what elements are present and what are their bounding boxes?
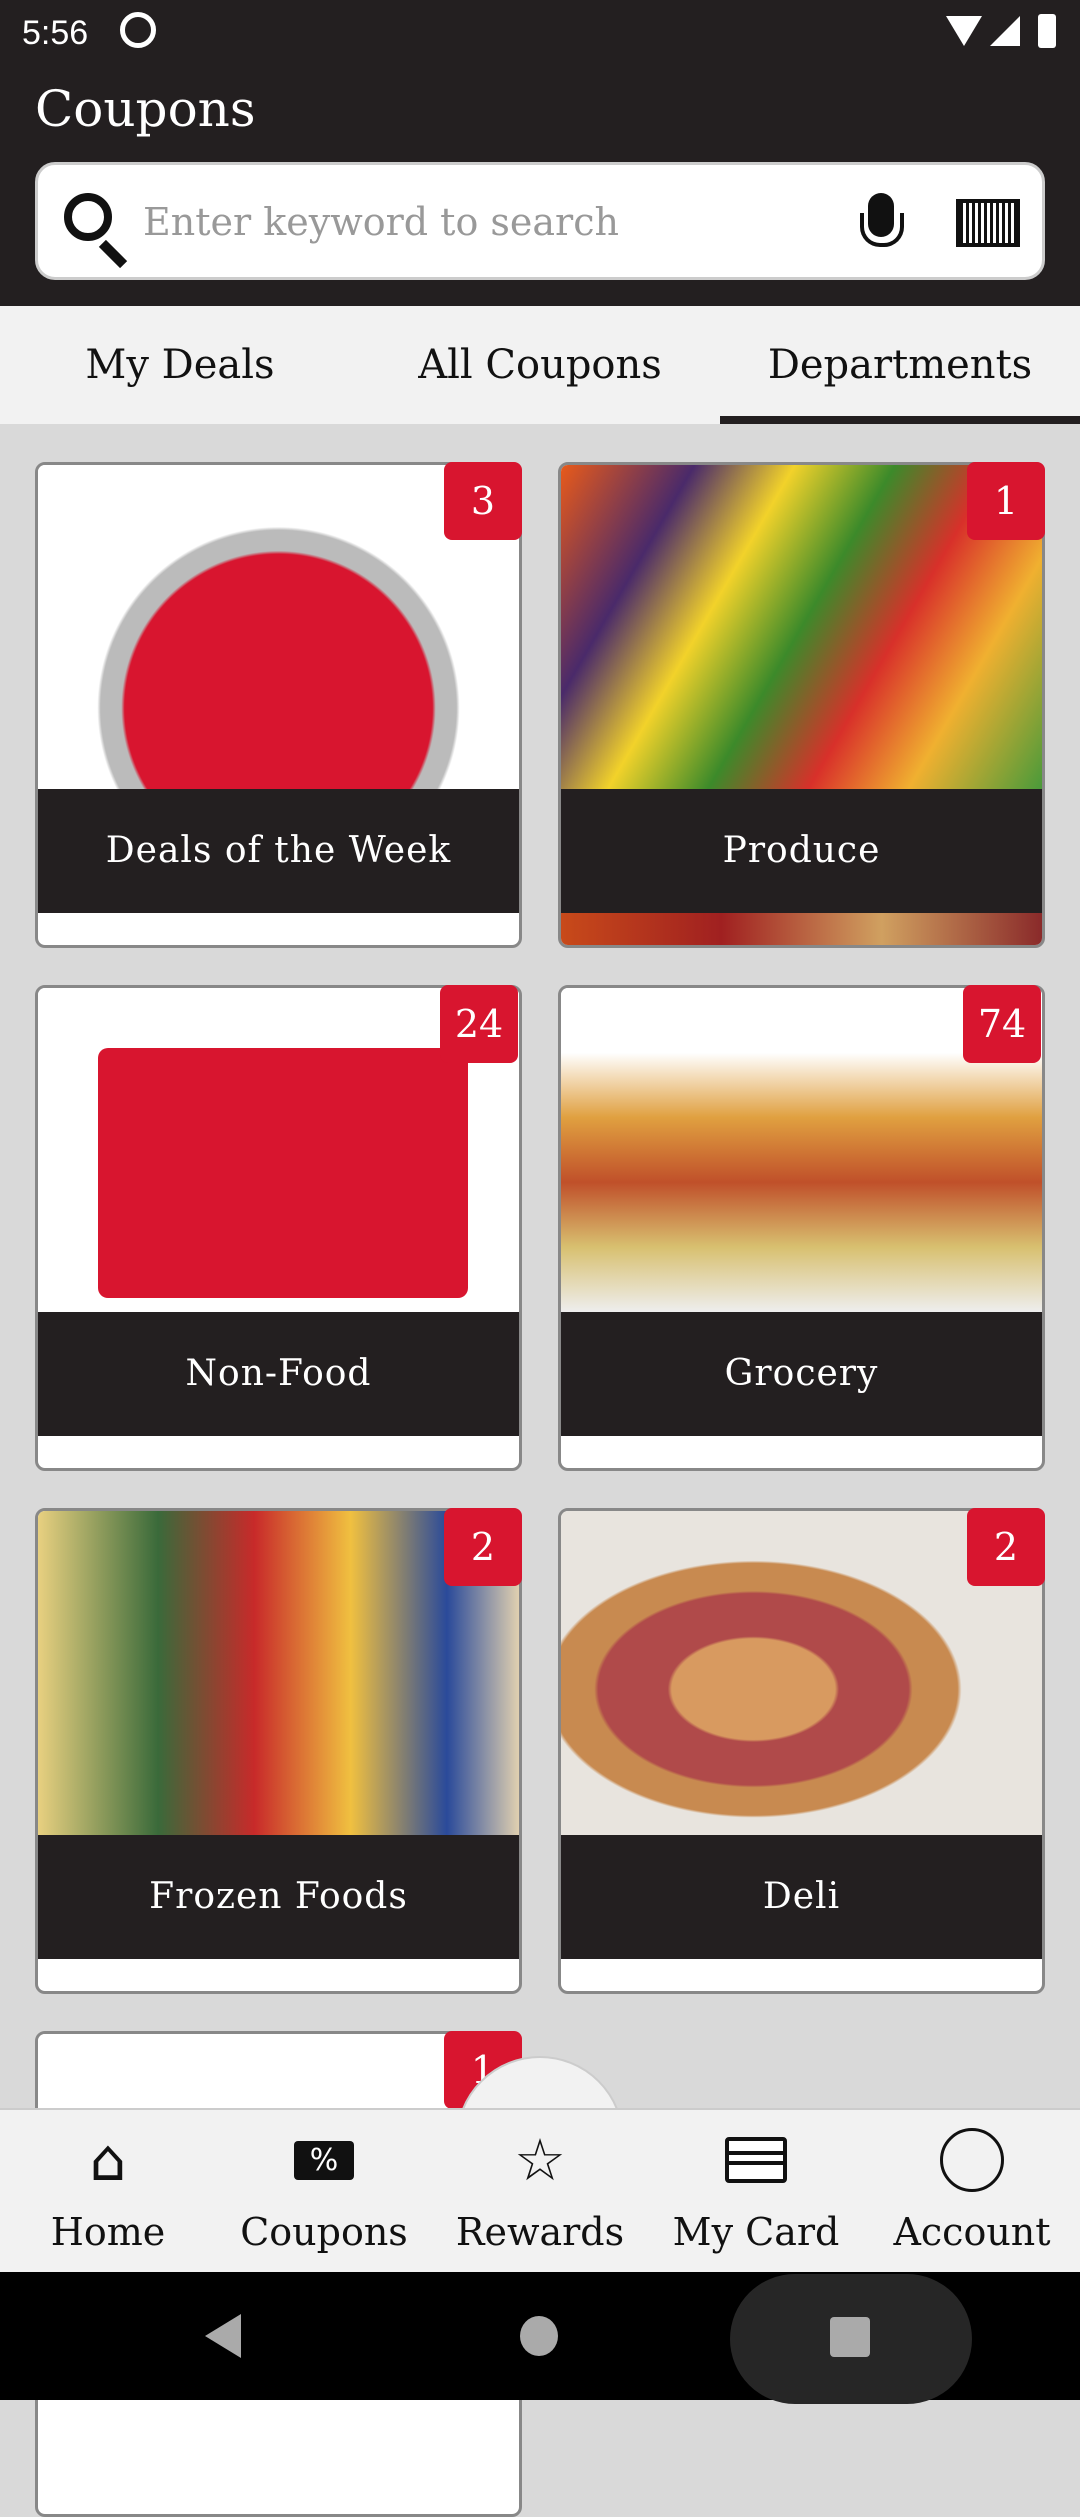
department-label: Grocery <box>561 1312 1042 1436</box>
search-input[interactable] <box>143 190 863 254</box>
nav-rewards[interactable]: ☆ Rewards <box>432 2110 648 2272</box>
department-label: Produce <box>561 789 1042 913</box>
account-icon <box>864 2110 1080 2210</box>
nav-label: My Card <box>672 2210 840 2254</box>
department-label: Frozen Foods <box>38 1835 519 1959</box>
coupon-count-badge: 24 <box>440 985 518 1063</box>
rewards-icon: ☆ <box>514 2126 566 2194</box>
card-icon <box>648 2110 864 2210</box>
nav-label: Home <box>50 2210 166 2254</box>
tab-all-coupons[interactable]: All Coupons <box>360 306 720 424</box>
nav-label: Rewards <box>455 2210 625 2254</box>
coupon-count-badge: 2 <box>967 1508 1045 1586</box>
produce-image-strip <box>561 913 1042 945</box>
department-label: Non-Food <box>38 1312 519 1436</box>
coupon-count-badge: 1 <box>967 462 1045 540</box>
tab-departments[interactable]: Departments <box>720 306 1080 424</box>
status-bar: 5:56 <box>0 0 1080 70</box>
home-icon: ⌂ <box>89 2126 127 2194</box>
home-button-icon[interactable] <box>520 2316 558 2356</box>
nav-coupons[interactable]: % Coupons <box>216 2110 432 2272</box>
microphone-icon[interactable] <box>860 193 904 247</box>
department-label: Deals of the Week <box>38 789 519 913</box>
back-icon[interactable] <box>205 2314 241 2358</box>
nav-my-card[interactable]: My Card <box>648 2110 864 2272</box>
battery-icon <box>1038 14 1056 48</box>
tab-bar: My Deals All Coupons Departments <box>0 306 1080 424</box>
search-bar <box>35 162 1045 280</box>
coupon-icon: % <box>216 2110 432 2210</box>
nav-label: Account <box>893 2210 1051 2254</box>
barcode-scan-icon[interactable] <box>956 199 1020 247</box>
nav-home[interactable]: ⌂ Home <box>0 2110 216 2272</box>
tab-my-deals[interactable]: My Deals <box>0 306 360 424</box>
status-time: 5:56 <box>22 14 89 52</box>
coupon-count-badge: 2 <box>444 1508 522 1586</box>
signal-icon <box>990 16 1020 46</box>
search-icon[interactable] <box>64 193 112 241</box>
system-nav-bar <box>0 2272 1080 2404</box>
nav-account[interactable]: Account <box>864 2110 1080 2272</box>
coupon-count-badge: 3 <box>444 462 522 540</box>
app-notification-icon <box>120 12 156 48</box>
coupon-count-badge: 74 <box>963 985 1041 1063</box>
app-header: Coupons <box>0 70 1080 306</box>
bottom-nav: ⌂ Home % Coupons ☆ Rewards My Card Account <box>0 2108 1080 2272</box>
wifi-icon <box>946 16 982 46</box>
page-title: Coupons <box>35 80 256 138</box>
recents-icon[interactable] <box>830 2317 870 2357</box>
department-label: Deli <box>561 1835 1042 1959</box>
nav-label: Coupons <box>240 2210 408 2254</box>
